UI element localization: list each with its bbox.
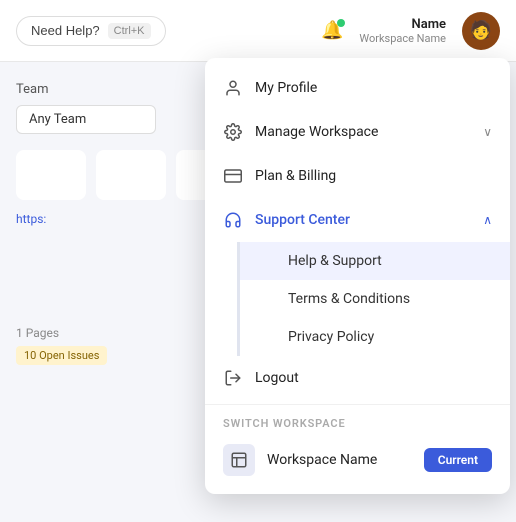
team-value: Any Team bbox=[29, 112, 86, 127]
plan-billing-label: Plan & Billing bbox=[255, 168, 492, 184]
terms-conditions-label: Terms & Conditions bbox=[288, 291, 410, 307]
menu-item-support-center[interactable]: Support Center ∧ bbox=[205, 198, 510, 242]
support-icon bbox=[223, 210, 243, 230]
avatar[interactable]: 🧑 bbox=[462, 12, 500, 50]
card-2 bbox=[96, 150, 166, 200]
notification-bell[interactable]: 🔔 bbox=[321, 20, 343, 41]
user-info[interactable]: Name Workspace Name bbox=[359, 17, 446, 45]
chevron-down-icon: ∨ bbox=[483, 125, 492, 139]
submenu-item-privacy[interactable]: Privacy Policy bbox=[237, 318, 510, 356]
submenu-item-terms[interactable]: Terms & Conditions bbox=[237, 280, 510, 318]
need-help-label: Need Help? bbox=[31, 23, 100, 38]
notification-dot bbox=[337, 19, 345, 27]
menu-item-logout[interactable]: Logout bbox=[205, 356, 510, 400]
logout-label: Logout bbox=[255, 370, 492, 386]
billing-icon bbox=[223, 166, 243, 186]
workspace-row-name: Workspace Name bbox=[267, 452, 412, 468]
need-help-button[interactable]: Need Help? Ctrl+K bbox=[16, 16, 166, 46]
switch-workspace-label: SWITCH WORKSPACE bbox=[205, 409, 510, 434]
gear-icon bbox=[223, 122, 243, 142]
logout-icon bbox=[223, 368, 243, 388]
manage-workspace-label: Manage Workspace bbox=[255, 124, 471, 140]
privacy-policy-label: Privacy Policy bbox=[288, 329, 374, 345]
menu-item-profile[interactable]: My Profile bbox=[205, 66, 510, 110]
profile-icon bbox=[223, 78, 243, 98]
workspace-row[interactable]: Workspace Name Current bbox=[205, 434, 510, 486]
menu-item-plan-billing[interactable]: Plan & Billing bbox=[205, 154, 510, 198]
shortcut-badge: Ctrl+K bbox=[108, 23, 151, 39]
divider bbox=[205, 404, 510, 405]
team-select[interactable]: Any Team bbox=[16, 105, 156, 134]
workspace-name: Workspace Name bbox=[359, 32, 446, 45]
user-name: Name bbox=[359, 17, 446, 32]
help-support-label: Help & Support bbox=[288, 253, 382, 269]
profile-label: My Profile bbox=[255, 80, 492, 96]
support-center-label: Support Center bbox=[255, 212, 471, 228]
submenu-item-help-support[interactable]: Help & Support bbox=[237, 242, 510, 280]
header: Need Help? Ctrl+K 🔔 Name Workspace Name … bbox=[0, 0, 516, 62]
header-right: 🔔 Name Workspace Name 🧑 bbox=[321, 12, 500, 50]
chevron-up-icon: ∧ bbox=[483, 213, 492, 227]
menu-item-manage-workspace[interactable]: Manage Workspace ∨ bbox=[205, 110, 510, 154]
current-badge: Current bbox=[424, 448, 492, 472]
workspace-icon bbox=[223, 444, 255, 476]
card-1 bbox=[16, 150, 86, 200]
dropdown-menu: My Profile Manage Workspace ∨ Plan & Bil… bbox=[205, 58, 510, 494]
open-issues-badge: 10 Open Issues bbox=[16, 346, 107, 365]
